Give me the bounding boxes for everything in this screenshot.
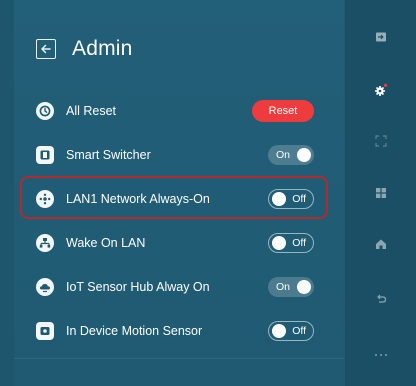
header: Admin [36,34,133,64]
setting-label: IoT Sensor Hub Alway On [66,280,210,294]
rail-item-settings[interactable] [345,83,416,97]
setting-label: All Reset [66,104,117,118]
setting-row-iot-sensor-hub: IoT Sensor Hub Alway On On [36,273,314,301]
panel-edge [0,0,14,386]
toggle-state-label: Off [292,237,306,249]
iot-sensor-hub-toggle[interactable]: On [268,277,314,297]
smart-switcher-toggle[interactable]: On [268,145,314,165]
toggle-state-label: Off [292,325,306,337]
rail-item-input[interactable] [345,31,416,43]
setting-label: Smart Switcher [66,148,151,162]
bottom-divider [14,358,344,359]
wake-on-lan-icon [36,234,54,252]
back-arrow-icon [41,44,51,54]
rail-item-back[interactable] [345,293,416,305]
highlight-frame [20,176,328,219]
admin-settings-screen: Admin All Reset Reset Smart Switcher On … [0,0,416,386]
toggle-state-label: On [276,281,291,293]
setting-row-motion-sensor: In Device Motion Sensor Off [36,317,314,345]
reset-icon [36,102,54,120]
switcher-icon [36,146,54,164]
page-title: Admin [72,37,133,60]
setting-row-wake-on-lan: Wake On LAN Off [36,229,314,257]
setting-label: In Device Motion Sensor [66,324,203,338]
toggle-knob [297,148,311,162]
screen-capture-icon [375,135,387,147]
rail-item-screen-capture[interactable] [345,135,416,147]
settings-gear-icon [375,83,388,96]
setting-row-all-reset: All Reset Reset [36,97,314,125]
apps-grid-icon [376,188,386,198]
setting-row-smart-switcher: Smart Switcher On [36,141,314,169]
input-icon [376,32,386,42]
reset-button[interactable]: Reset [252,100,314,122]
rail-item-home[interactable] [345,238,416,250]
toggle-knob [272,324,286,338]
motion-sensor-toggle[interactable]: Off [268,321,314,341]
home-icon [376,239,386,249]
settings-panel: Admin All Reset Reset Smart Switcher On … [0,0,344,386]
toggle-state-label: On [276,149,291,161]
more-icon [375,354,387,356]
back-arrow-icon [377,294,387,303]
back-button[interactable] [36,39,56,59]
setting-label: Wake On LAN [66,236,146,250]
motion-sensor-icon [36,322,54,340]
rail-item-more[interactable] [345,354,416,356]
iot-sensor-icon [36,278,54,296]
toggle-knob [272,236,286,250]
toggle-knob [297,280,311,294]
rail-item-apps[interactable] [345,187,416,199]
right-menu-rail [344,0,416,386]
wake-on-lan-toggle[interactable]: Off [268,233,314,253]
